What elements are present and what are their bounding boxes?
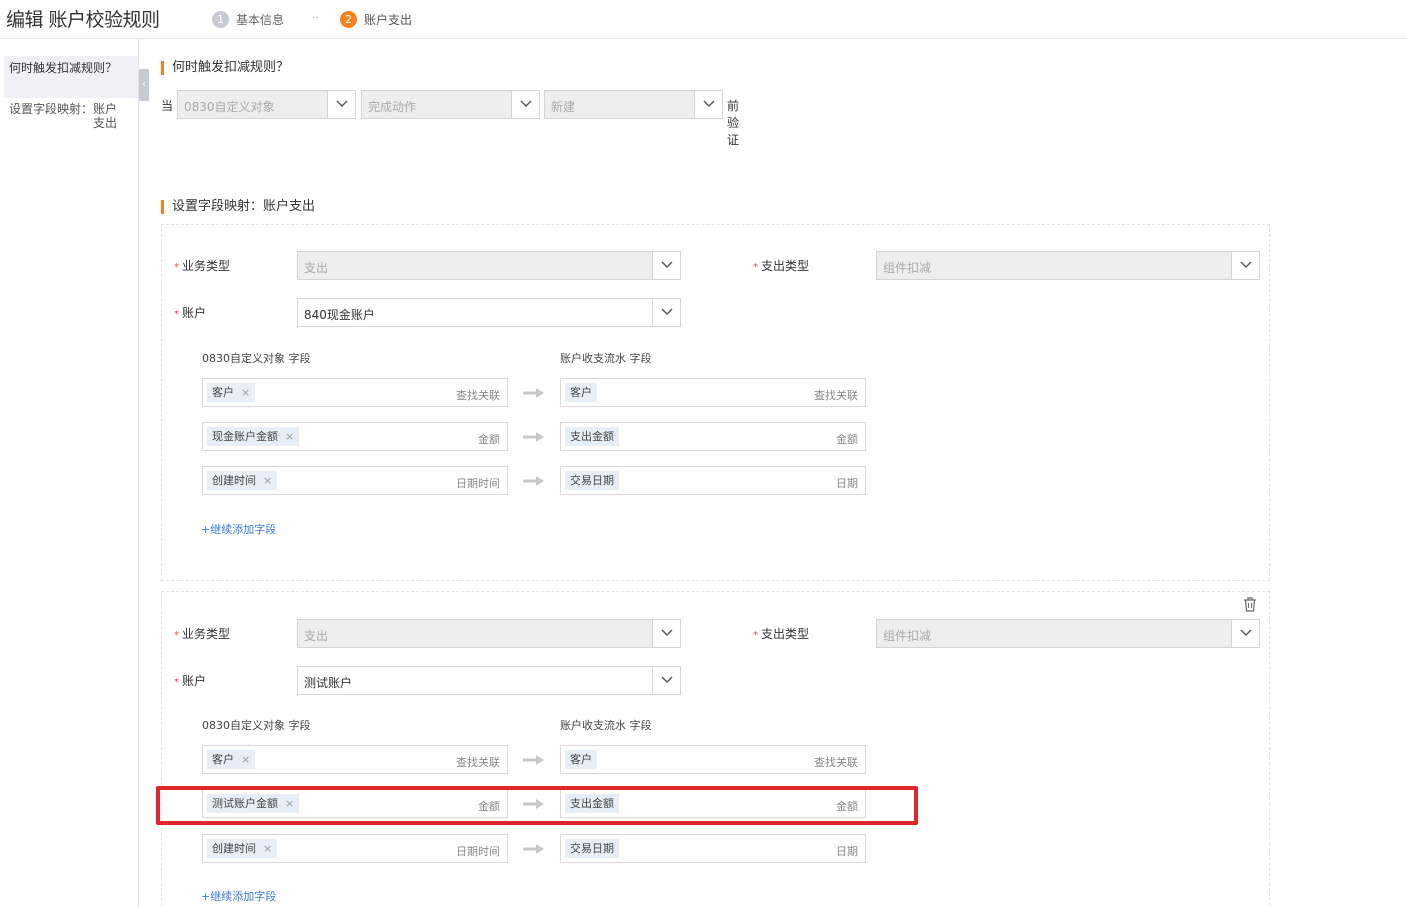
field-type-hint: 日期时间: [456, 477, 500, 490]
field-tag: 创建时间 ×: [207, 471, 278, 490]
action-select-value: 完成动作: [368, 100, 417, 114]
field-type-hint: 日期时间: [456, 845, 500, 858]
business-type-label: * 业务类型: [174, 259, 231, 273]
field-tag: 客户 ×: [207, 383, 256, 402]
field-tag: 客户: [565, 750, 597, 769]
field-type-hint: 查找关联: [456, 756, 500, 769]
step-basic-info[interactable]: 1 基本信息: [212, 10, 284, 28]
chevron-left-icon: ‹: [142, 79, 146, 90]
add-field-link[interactable]: +继续添加字段: [201, 521, 276, 537]
target-fields-header: 账户收支流水 字段: [560, 352, 652, 365]
account-value: 840现金账户: [304, 308, 375, 322]
chevron-down-icon: [652, 667, 680, 694]
source-fields-header: 0830自定义对象 字段: [202, 352, 311, 365]
business-type-value: 支出: [304, 261, 329, 275]
target-field-select[interactable]: 支出金额 金额: [560, 422, 866, 451]
field-type-hint: 金额: [836, 433, 858, 446]
chevron-down-icon: [1231, 620, 1259, 647]
trigger-suffix: 前验证: [727, 99, 740, 147]
target-field-select[interactable]: 交易日期 日期: [560, 834, 866, 863]
chevron-down-icon: [694, 91, 722, 118]
mapping-section-title: 设置字段映射：账户支出: [161, 200, 315, 214]
step-label: 账户支出: [364, 12, 413, 27]
remove-tag-icon[interactable]: ×: [263, 474, 272, 487]
object-select-value: 0830自定义对象: [184, 100, 275, 114]
source-field-select[interactable]: 创建时间 × 日期时间: [202, 466, 508, 495]
field-tag: 支出金额: [565, 427, 619, 446]
arrow-right-icon: [523, 844, 544, 854]
trigger-prefix: 当: [161, 99, 174, 113]
remove-tag-icon[interactable]: ×: [241, 753, 250, 766]
source-field-select[interactable]: 创建时间 × 日期时间: [202, 834, 508, 863]
account-select[interactable]: 测试账户: [297, 666, 681, 695]
account-label: * 账户: [174, 306, 207, 320]
expense-type-value: 组件扣减: [883, 261, 932, 275]
source-fields-header: 0830自定义对象 字段: [202, 719, 311, 732]
expense-type-value: 组件扣减: [883, 629, 932, 643]
expense-type-label: * 支出类型: [753, 259, 810, 273]
account-value: 测试账户: [304, 676, 353, 690]
trash-icon[interactable]: [1243, 597, 1257, 612]
source-field-select[interactable]: 现金账户金额 × 金额: [202, 422, 508, 451]
field-type-hint: 查找关联: [814, 389, 858, 402]
action-select[interactable]: 完成动作: [361, 90, 540, 119]
source-field-select[interactable]: 客户 × 查找关联: [202, 745, 508, 774]
remove-tag-icon[interactable]: ×: [285, 430, 294, 443]
account-label: * 账户: [174, 674, 207, 688]
add-field-link[interactable]: +继续添加字段: [201, 888, 276, 904]
chevron-down-icon: [327, 91, 355, 118]
target-field-select[interactable]: 客户 查找关联: [560, 378, 866, 407]
arrow-right-icon: [523, 755, 544, 765]
field-type-hint: 查找关联: [456, 389, 500, 402]
event-select-value: 新建: [551, 100, 576, 114]
remove-tag-icon[interactable]: ×: [241, 386, 250, 399]
field-tag: 客户 ×: [207, 750, 256, 769]
chevron-down-icon: [1231, 252, 1259, 279]
event-select[interactable]: 新建: [544, 90, 723, 119]
sidebar-item-trigger[interactable]: 何时触发扣减规则？: [4, 56, 138, 98]
expense-type-select[interactable]: 组件扣减: [876, 619, 1260, 648]
business-type-label: * 业务类型: [174, 627, 231, 641]
step-separator: ··: [312, 11, 319, 24]
step-number: 1: [212, 10, 229, 28]
chevron-down-icon: [652, 252, 680, 279]
field-tag: 现金账户金额 ×: [207, 427, 300, 446]
step-label: 基本信息: [236, 12, 285, 27]
field-tag: 交易日期: [565, 471, 619, 490]
account-select[interactable]: 840现金账户: [297, 298, 681, 327]
sidebar: 何时触发扣减规则？ 设置字段映射：账户支出: [0, 39, 139, 907]
arrow-right-icon: [523, 476, 544, 486]
arrow-right-icon: [523, 388, 544, 398]
field-tag: 客户: [565, 383, 597, 402]
page-header: 编辑 账户校验规则 1 基本信息 ·· 2 账户支出: [0, 0, 1407, 39]
step-number: 2: [340, 10, 357, 28]
business-type-value: 支出: [304, 629, 329, 643]
object-select[interactable]: 0830自定义对象: [177, 90, 356, 119]
step-account-expense[interactable]: 2 账户支出: [340, 10, 412, 28]
remove-tag-icon[interactable]: ×: [263, 842, 272, 855]
chevron-down-icon: [652, 620, 680, 647]
target-field-select[interactable]: 交易日期 日期: [560, 466, 866, 495]
source-field-select[interactable]: 客户 × 查找关联: [202, 378, 508, 407]
sidebar-item-mapping[interactable]: 设置字段映射：账户支出: [4, 102, 138, 134]
highlight-box: [156, 786, 918, 825]
expense-type-select[interactable]: 组件扣减: [876, 251, 1260, 280]
sidebar-collapse-toggle[interactable]: ‹: [139, 69, 149, 101]
page-title: 编辑 账户校验规则: [6, 9, 160, 31]
field-type-hint: 金额: [478, 433, 500, 446]
field-tag: 交易日期: [565, 839, 619, 858]
business-type-select[interactable]: 支出: [297, 619, 681, 648]
target-field-select[interactable]: 客户 查找关联: [560, 745, 866, 774]
field-tag: 创建时间 ×: [207, 839, 278, 858]
field-type-hint: 日期: [836, 845, 858, 858]
chevron-down-icon: [511, 91, 539, 118]
field-type-hint: 日期: [836, 477, 858, 490]
arrow-right-icon: [523, 432, 544, 442]
chevron-down-icon: [652, 299, 680, 326]
business-type-select[interactable]: 支出: [297, 251, 681, 280]
target-fields-header: 账户收支流水 字段: [560, 719, 652, 732]
expense-type-label: * 支出类型: [753, 627, 810, 641]
field-type-hint: 查找关联: [814, 756, 858, 769]
trigger-section-title: 何时触发扣减规则？: [161, 61, 289, 75]
